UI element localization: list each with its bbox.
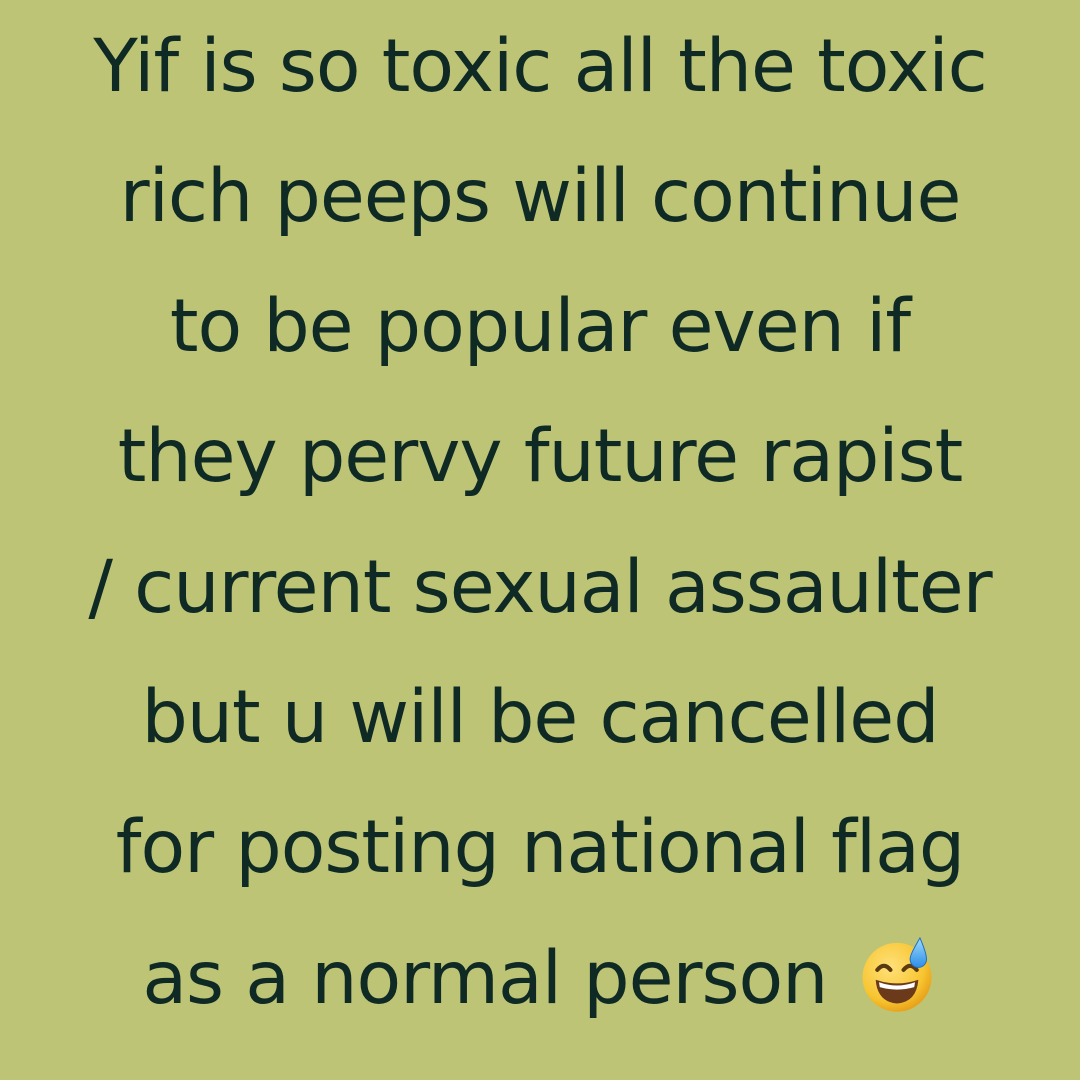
post-line-3: to be popular even if	[169, 284, 911, 369]
post-line-6: but u will be cancelled	[141, 675, 939, 760]
post-line-2: rich peeps will continue	[119, 154, 962, 239]
post-line-5: / current sexual assaulter	[88, 545, 992, 630]
post-line-8-text: as a normal person	[142, 936, 828, 1021]
post-line-1: Yif is so toxic all the toxic	[93, 24, 988, 109]
post-line-8: as a normal person	[0, 933, 1080, 1024]
post-line-7: for posting national flag	[115, 805, 965, 890]
text-post: Yif is so toxic all the toxic rich peeps…	[0, 0, 1080, 1080]
grinning-face-with-sweat-icon	[856, 933, 938, 1015]
post-line-4: they pervy future rapist	[117, 414, 963, 499]
